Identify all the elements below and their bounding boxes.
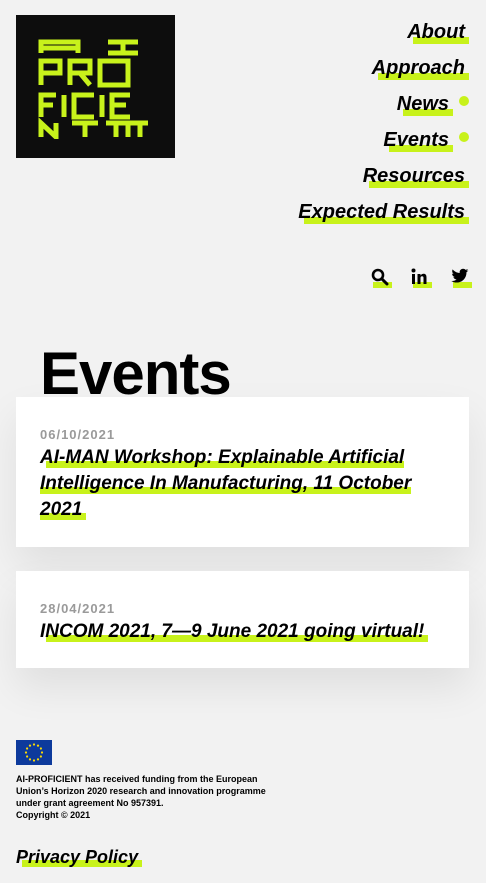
new-indicator-dot bbox=[459, 96, 469, 106]
funding-notice: AI-PROFICIENT has received funding from … bbox=[16, 773, 291, 821]
nav-link-about[interactable]: About bbox=[407, 20, 469, 44]
nav-link-resources[interactable]: Resources bbox=[362, 164, 469, 188]
nav-item-approach[interactable]: Approach bbox=[298, 50, 469, 86]
footer-links: Privacy Policy bbox=[16, 845, 143, 869]
nav-item-resources[interactable]: Resources bbox=[298, 158, 469, 194]
main-nav: About Approach News Events Resources Exp… bbox=[298, 14, 469, 230]
nav-link-approach[interactable]: Approach bbox=[371, 56, 469, 80]
event-date: 06/10/2021 bbox=[40, 427, 116, 442]
eu-flag-icon bbox=[16, 740, 52, 765]
event-date: 28/04/2021 bbox=[40, 601, 116, 616]
logo[interactable] bbox=[16, 15, 175, 158]
search-icon[interactable] bbox=[371, 268, 392, 288]
new-indicator-dot bbox=[459, 132, 469, 142]
nav-link-expected-results[interactable]: Expected Results bbox=[298, 200, 469, 224]
funding-text: AI-PROFICIENT has received funding from … bbox=[16, 774, 266, 808]
nav-item-expected-results[interactable]: Expected Results bbox=[298, 194, 469, 230]
event-card[interactable]: 28/04/2021 INCOM 2021, 7—9 June 2021 goi… bbox=[16, 571, 469, 668]
nav-item-about[interactable]: About bbox=[298, 14, 469, 50]
nav-item-events[interactable]: Events bbox=[298, 122, 469, 158]
nav-item-news[interactable]: News bbox=[298, 86, 469, 122]
social-links bbox=[371, 268, 472, 288]
twitter-icon[interactable] bbox=[451, 268, 472, 288]
privacy-policy-link[interactable]: Privacy Policy bbox=[16, 847, 143, 867]
event-card[interactable]: 06/10/2021 AI-MAN Workshop: Explainable … bbox=[16, 397, 469, 547]
nav-link-events[interactable]: Events bbox=[383, 128, 453, 152]
copyright: Copyright © 2021 bbox=[16, 810, 91, 820]
logo-mark-icon bbox=[38, 39, 148, 139]
linkedin-icon[interactable] bbox=[411, 268, 432, 288]
event-title-link[interactable]: AI-MAN Workshop: Explainable Artificial … bbox=[40, 447, 412, 520]
nav-link-news[interactable]: News bbox=[396, 92, 453, 116]
event-title-link[interactable]: INCOM 2021, 7—9 June 2021 going virtual! bbox=[40, 621, 429, 642]
